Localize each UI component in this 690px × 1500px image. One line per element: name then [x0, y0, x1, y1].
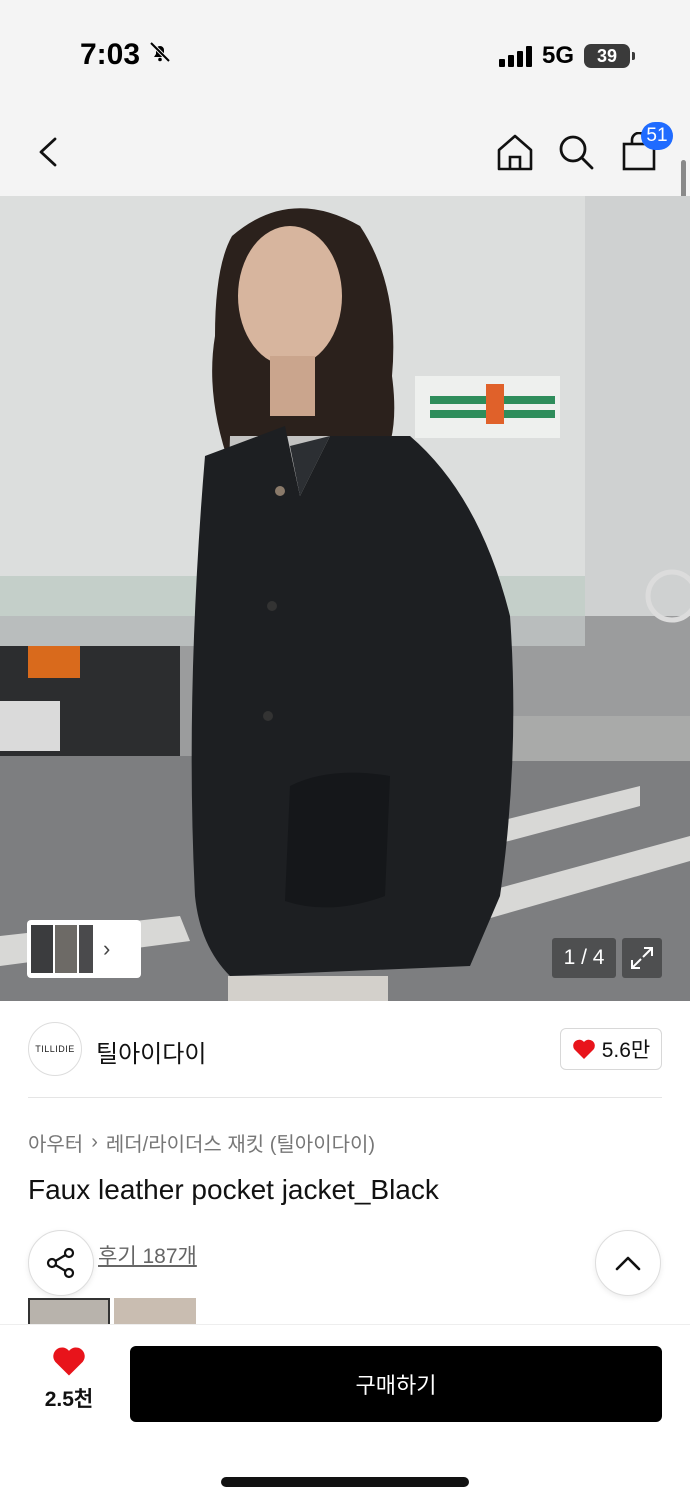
gallery-thumbnail[interactable]	[79, 925, 93, 973]
brand-logo-text: TILLIDIE	[35, 1044, 75, 1054]
battery-icon: 39	[584, 44, 635, 68]
breadcrumb: 아우터 › 레더/라이더스 재킷 (틸아이다이)	[28, 1128, 375, 1157]
home-icon	[497, 134, 533, 171]
search-icon	[559, 135, 594, 170]
gallery-page-counter: 1 / 4	[552, 938, 616, 978]
buy-button[interactable]: 구매하기	[130, 1346, 662, 1422]
status-time: 7:03	[80, 38, 172, 72]
status-time-text: 7:03	[80, 38, 141, 71]
chevron-right-icon: ›	[91, 1131, 98, 1153]
top-nav: 51	[0, 110, 690, 196]
back-arrow-icon	[39, 137, 57, 167]
status-bar: 7:03 5G 39	[0, 0, 690, 110]
expand-button[interactable]	[622, 938, 662, 978]
chevron-right-icon: ›	[103, 936, 111, 961]
status-indicators: 5G 39	[498, 42, 635, 70]
share-icon	[46, 1247, 75, 1279]
signal-icon	[498, 45, 532, 67]
breadcrumb-item[interactable]: 아우터	[28, 1128, 83, 1157]
product-photo	[0, 196, 690, 1001]
expand-icon	[631, 947, 653, 969]
product-title: Faux leather pocket jacket_Black	[28, 1174, 439, 1205]
cart-button[interactable]: 51	[617, 122, 673, 174]
home-indicator	[221, 1477, 469, 1487]
brand-like-button[interactable]: 5.6만	[560, 1028, 662, 1070]
bottom-action-bar: 2.5천 구매하기	[0, 1324, 690, 1500]
divider	[28, 1097, 662, 1098]
wishlist-button[interactable]: 2.5천	[30, 1345, 108, 1425]
search-button[interactable]	[554, 130, 598, 174]
home-button[interactable]	[493, 130, 537, 174]
heart-icon	[572, 1039, 595, 1059]
brand-name[interactable]: 틸아이다이	[96, 1034, 206, 1069]
chevron-up-icon	[615, 1256, 641, 1271]
brand-logo[interactable]: TILLIDIE	[28, 1022, 82, 1076]
review-photo-thumbnail[interactable]	[28, 1298, 110, 1326]
cart-count-badge: 51	[641, 122, 673, 150]
product-image-gallery[interactable]: › 1 / 4	[0, 196, 690, 1001]
bell-muted-icon	[148, 38, 172, 72]
gallery-thumbnail-strip[interactable]: ›	[27, 920, 141, 978]
back-button[interactable]	[26, 130, 70, 174]
scroll-to-top-button[interactable]	[595, 1230, 661, 1296]
review-photo-thumbnail[interactable]	[114, 1298, 196, 1326]
heart-icon	[53, 1347, 85, 1376]
network-label: 5G	[541, 42, 574, 69]
breadcrumb-item[interactable]: 레더/라이더스 재킷 (틸아이다이)	[106, 1128, 375, 1157]
battery-level: 39	[596, 45, 618, 66]
gallery-thumbnail[interactable]	[31, 925, 53, 973]
wishlist-count: 2.5천	[44, 1388, 94, 1411]
brand-like-count: 5.6만	[601, 1039, 651, 1062]
share-button[interactable]	[28, 1230, 94, 1296]
reviews-link[interactable]: 후기 187개	[98, 1240, 197, 1270]
gallery-thumbnail[interactable]	[55, 925, 77, 973]
